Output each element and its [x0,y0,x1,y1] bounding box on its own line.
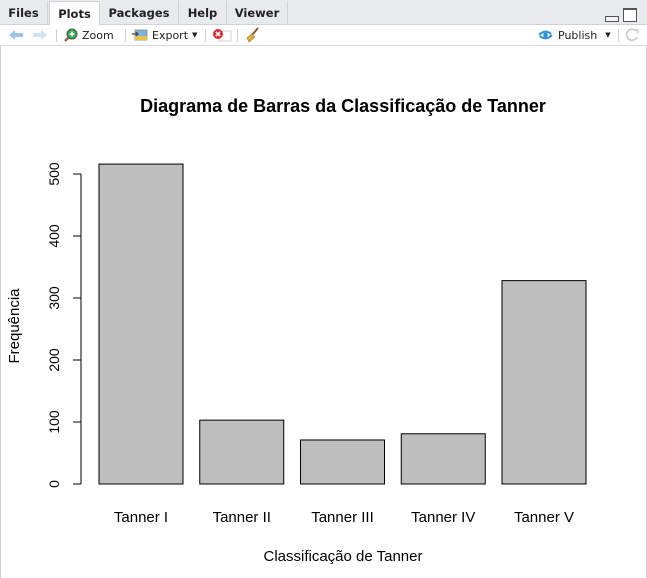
x-tick-label: Tanner IV [411,509,475,526]
chevron-down-icon: ▼ [192,31,198,39]
bar-tanner-iv [400,433,486,485]
minimize-pane-button[interactable] [605,16,619,22]
tab-packages[interactable]: Packages [100,1,179,25]
tab-label: Packages [108,6,170,20]
back-button[interactable] [8,25,24,45]
plot-viewer: Diagrama de Barras da Classificação de T… [0,46,647,578]
bar-chart: Diagrama de Barras da Classificação de T… [6,96,587,565]
bar-tanner-v [501,280,587,485]
refresh-button[interactable] [625,25,639,45]
x-tick-label: Tanner V [514,509,574,526]
publish-button[interactable]: Publish ▼ [537,25,611,45]
toolbar-divider [618,29,619,42]
tab-plots[interactable]: Plots [49,1,100,26]
toolbar-divider [125,29,126,42]
refresh-icon [625,28,639,42]
arrow-left-icon [9,30,23,40]
x-tick-label: Tanner II [213,509,271,526]
x-axis-label: Classificação de Tanner [264,548,423,565]
export-image-icon [132,29,148,41]
zoom-button[interactable]: Zoom [63,25,114,45]
y-axis-label: Frequência [6,288,23,364]
x-tick-label: Tanner I [114,509,168,526]
y-tick-label: 300 [46,286,62,310]
bar-tanner-ii [199,419,285,485]
publish-icon [538,30,553,40]
arrow-right-icon [33,30,47,40]
x-tick-label: Tanner III [311,509,374,526]
y-tick-label: 100 [46,410,62,434]
plots-toolbar: Zoom Export ▼ Publish ▼ [0,25,647,46]
remove-plot-button[interactable] [212,25,232,45]
chart-title: Diagrama de Barras da Classificação de T… [140,96,546,116]
forward-button[interactable] [32,25,48,45]
tab-files[interactable]: Files [0,1,48,25]
bar-tanner-i [98,163,184,485]
maximize-pane-button[interactable] [623,8,637,22]
bar-tanner-iii [300,439,385,485]
remove-plot-icon [213,29,232,42]
y-tick-label: 200 [46,348,62,372]
tab-help[interactable]: Help [179,1,227,25]
pane-tabbar: Files Plots Packages Help Viewer [0,0,647,26]
zoom-magnifier-icon [64,28,78,42]
tab-label: Plots [58,7,91,21]
toolbar-divider [56,29,57,42]
export-label: Export [152,28,189,42]
toolbar-divider [205,29,206,42]
y-tick-label: 400 [46,224,62,248]
zoom-label: Zoom [82,28,114,42]
y-tick-label: 500 [46,162,62,186]
chevron-down-icon: ▼ [605,31,611,39]
publish-label: Publish [558,28,598,42]
tab-label: Files [8,6,39,20]
toolbar-divider [237,29,238,42]
broom-icon [246,27,259,43]
tab-label: Help [187,6,218,20]
tab-viewer[interactable]: Viewer [227,1,288,25]
export-button[interactable]: Export ▼ [132,25,197,45]
y-tick-label: 0 [46,480,62,488]
clear-all-plots-button[interactable] [244,25,260,45]
tab-label: Viewer [234,6,280,20]
